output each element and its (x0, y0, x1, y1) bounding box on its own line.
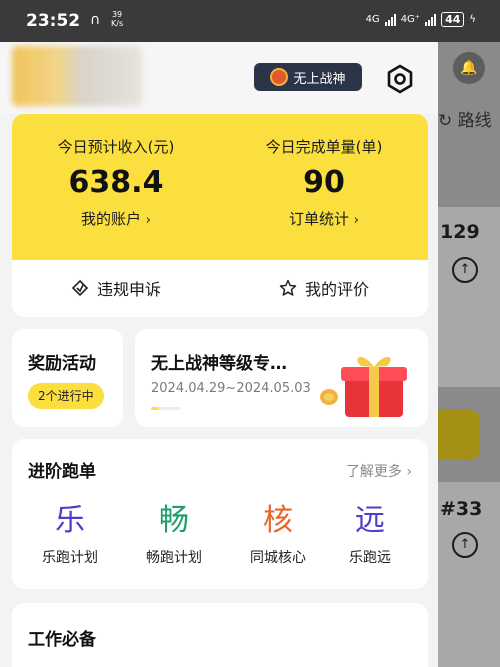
chevron-right-icon: › (145, 213, 151, 228)
work-essentials-card: 工作必备 (12, 603, 428, 667)
program-item-city-core[interactable]: 核 同城核心 (226, 501, 330, 567)
advanced-delivery-card: 进阶跑单 了解更多 › 乐 乐跑计划 畅 畅跑计划 核 同城核心 远 乐跑远 (12, 439, 428, 589)
star-icon (279, 279, 297, 296)
carousel-indicator (151, 407, 181, 410)
earnings-card: 今日预计收入(元) 638.4 我的账户 › 今日完成单量(单) 90 订单统计… (12, 114, 428, 317)
order-card[interactable]: 129 ↑ (438, 207, 500, 387)
my-rating-button[interactable]: 我的评价 (220, 276, 428, 300)
program-label: 同城核心 (250, 550, 306, 566)
battery-indicator: 44 (441, 12, 465, 27)
title-badge[interactable]: 无上战神 (254, 63, 362, 91)
earnings-summary: 今日预计收入(元) 638.4 我的账户 › 今日完成单量(单) 90 订单统计… (12, 114, 428, 260)
avatar[interactable] (12, 46, 142, 106)
appeal-icon (71, 279, 89, 297)
network-speed: 39 K/s (111, 10, 123, 28)
appeal-label: 违规申诉 (96, 280, 161, 299)
work-essentials-title: 工作必备 (28, 630, 96, 650)
appeal-button[interactable]: 违规申诉 (12, 276, 220, 300)
profile-header: 无上战神 (0, 42, 438, 114)
learn-more-label: 了解更多 (345, 464, 402, 480)
my-rating-label: 我的评价 (304, 280, 369, 299)
program-label: 乐跑远 (349, 550, 391, 566)
side-drawer: 无上战神 今日预计收入(元) 638.4 我的账户 › 今日完成单量(单) 90… (0, 42, 438, 667)
order-number: #33 (440, 498, 483, 520)
income-label: 今日预计收入(元) (57, 138, 175, 156)
navigate-icon[interactable]: ↑ (452, 532, 478, 558)
status-right-group: 4G 4G⁺ 44 ϟ (366, 12, 476, 27)
medal-icon (270, 68, 289, 86)
charging-icon: ϟ (469, 14, 476, 25)
reward-activity-card[interactable]: 奖励活动 2个进行中 (12, 329, 123, 427)
signal-icon (425, 13, 437, 26)
status-bar: 23:52 ∩ 39 K/s 4G 4G⁺ 44 ϟ (0, 0, 500, 42)
orders-label: 今日完成单量(单) (265, 138, 383, 156)
status-time: 23:52 (26, 11, 81, 31)
bell-icon[interactable]: 🔔 (453, 52, 485, 84)
income-value: 638.4 (68, 165, 164, 200)
lepao-far-icon: 远 (355, 503, 385, 538)
program-item-lepao-far[interactable]: 远 乐跑远 (318, 501, 422, 567)
lepao-icon: 乐 (55, 503, 85, 538)
action-button-partial[interactable] (438, 410, 480, 460)
navigate-icon[interactable]: ↑ (452, 257, 478, 283)
signal-icon (384, 13, 396, 26)
event-banner[interactable]: 无上战神等级专… 2024.04.29~2024.05.03 (135, 329, 428, 427)
income-stat: 今日预计收入(元) 638.4 我的账户 › (12, 136, 220, 229)
gift-box-icon (320, 357, 407, 417)
settings-icon[interactable] (384, 63, 416, 95)
program-item-lepao[interactable]: 乐 乐跑计划 (18, 501, 122, 567)
network-speed-unit: K/s (111, 19, 124, 28)
order-number: 129 (440, 221, 480, 243)
network-speed-value: 39 (111, 10, 123, 19)
orders-stat: 今日完成单量(单) 90 订单统计 › (220, 136, 428, 229)
program-label: 乐跑计划 (42, 550, 98, 566)
chevron-right-icon: › (406, 464, 412, 480)
my-account-link[interactable]: 我的账户 › (12, 208, 220, 229)
background-map-view: 🔔 ↻ 路线 129 ↑ #33 ↑ (438, 42, 500, 667)
program-label: 畅跑计划 (146, 550, 202, 566)
changpao-icon: 畅 (159, 503, 189, 538)
my-account-label: 我的账户 (81, 210, 142, 228)
event-title: 无上战神等级专… (151, 354, 287, 374)
title-badge-label: 无上战神 (293, 71, 346, 87)
learn-more-link[interactable]: 了解更多 › (346, 461, 412, 481)
headset-icon: ∩ (90, 12, 104, 28)
advanced-title: 进阶跑单 (28, 462, 96, 482)
chevron-right-icon: › (353, 213, 359, 228)
network-type-2: 4G⁺ (400, 14, 421, 25)
status-notification-icons: ∩ (90, 12, 103, 28)
orders-value: 90 (303, 165, 345, 200)
order-stats-label: 订单统计 (289, 210, 350, 228)
network-type-1: 4G (365, 14, 380, 25)
reward-status-badge: 2个进行中 (28, 383, 104, 409)
order-stats-link[interactable]: 订单统计 › (220, 208, 428, 229)
city-core-icon: 核 (263, 503, 293, 538)
program-item-changpao[interactable]: 畅 畅跑计划 (122, 501, 226, 567)
route-tab[interactable]: ↻ 路线 (438, 106, 492, 131)
event-date: 2024.04.29~2024.05.03 (151, 381, 311, 396)
route-label: 路线 (457, 111, 492, 131)
order-card[interactable]: #33 ↑ (438, 482, 500, 667)
reward-title: 奖励活动 (28, 354, 96, 374)
